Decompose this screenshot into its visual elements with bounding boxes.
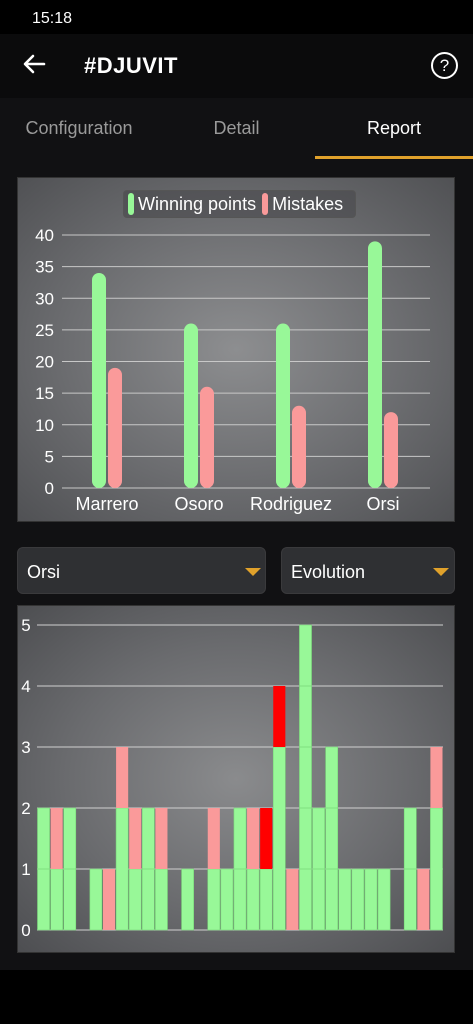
bar-mistakes [108,367,122,488]
bar-segment [364,868,378,931]
bar-segment [181,868,194,931]
page-title: #DJUVIT [84,53,178,78]
bar-mistakes [384,412,398,488]
y-tick-label: 1 [21,860,30,879]
x-tick-label: Marrero [75,494,138,514]
x-tick-label: Orsi [367,494,400,514]
bar-mistakes [292,405,306,488]
summary-chart-svg: 0 5 10 15 20 25 30 35 40 Marrero Osoro Rodriguez Ors… [35,226,430,514]
chart-legend: Winning points Mistakes [123,190,357,218]
legend-label-mistakes: Mistakes [272,193,344,214]
bar-winning [276,323,290,488]
tab-detail[interactable]: Detail [158,98,315,159]
y-tick-label: 20 [35,353,54,372]
bar-segment [50,808,63,869]
x-tick-label: Rodriguez [250,494,332,514]
chevron-down-icon [245,568,261,576]
bar-base-segment [259,868,273,931]
bar-segment [260,808,273,869]
system-nav-bar [0,970,473,1024]
bar-winning [92,272,106,488]
bar-segment [102,869,116,930]
tab-report[interactable]: Report [315,98,473,159]
bar-segment [286,869,299,930]
view-dropdown-value: Evolution [291,562,366,582]
help-icon[interactable]: ? [431,52,458,79]
bar-segment [116,747,129,808]
bar-segment [220,868,234,931]
bar-winning [368,241,382,488]
legend-swatch-winning [128,193,134,215]
bar-base-segment [272,746,286,931]
legend-swatch-mistakes [262,193,269,215]
bar-base-segment [128,868,142,931]
y-tick-label: 25 [35,321,54,340]
bar-base-segment [155,868,168,931]
bar-base-segment [50,868,63,931]
legend-label-winning: Winning points [138,193,257,214]
y-tick-label: 2 [21,799,30,818]
evolution-chart-svg: 0 1 2 3 4 5 [21,616,443,940]
legend-item-winning: Winning points [128,193,256,215]
bar-segment [299,624,312,931]
y-tick-label: 5 [45,447,54,466]
bar-segment [247,808,260,869]
y-tick-label: 35 [35,258,54,277]
status-bar: 15:18 [0,0,473,34]
bar-base-segment [115,807,129,931]
bar-segment [273,686,286,747]
y-tick-label: 15 [35,384,54,403]
evolution-bar-chart: 0 1 2 3 4 5 [17,605,455,953]
bar-segment [377,868,391,931]
view-dropdown[interactable]: Evolution [281,547,455,594]
y-tick-label: 4 [21,677,30,696]
legend-item-mistakes: Mistakes [262,193,343,215]
summary-bar-chart: 0 5 10 15 20 25 30 35 40 Marrero Osoro Rodriguez Ors… [17,177,455,522]
player-dropdown-value: Orsi [27,562,60,582]
bar-winning [184,323,198,488]
bar-segment [89,868,103,931]
bar-segment [338,868,352,931]
chevron-down-icon [433,568,449,576]
active-tab-indicator [315,156,473,159]
bar-segment [430,747,443,808]
y-tick-label: 5 [21,616,30,635]
bar-segment [207,808,220,869]
back-arrow-icon[interactable] [18,48,50,80]
app-bar: #DJUVIT ? [0,34,473,98]
bar-segment [351,868,365,931]
x-tick-label: Osoro [174,494,223,514]
y-tick-label: 0 [45,479,54,498]
y-tick-label: 3 [21,738,30,757]
bar-segment [129,808,142,869]
status-time: 15:18 [32,10,73,27]
player-dropdown[interactable]: Orsi [17,547,266,594]
bar-segment [417,869,430,930]
bar-segment [325,746,339,931]
bar-mistakes [200,386,214,488]
bar-base-segment [430,807,443,931]
tab-configuration[interactable]: Configuration [0,98,158,159]
bar-base-segment [207,868,221,931]
bar-base-segment [246,868,260,931]
bar-segment [155,808,168,869]
y-tick-label: 10 [35,416,54,435]
tab-bar: Configuration Detail Report [0,98,473,159]
y-tick-label: 40 [35,226,54,245]
y-tick-label: 30 [35,289,54,308]
y-tick-label: 0 [21,921,30,940]
